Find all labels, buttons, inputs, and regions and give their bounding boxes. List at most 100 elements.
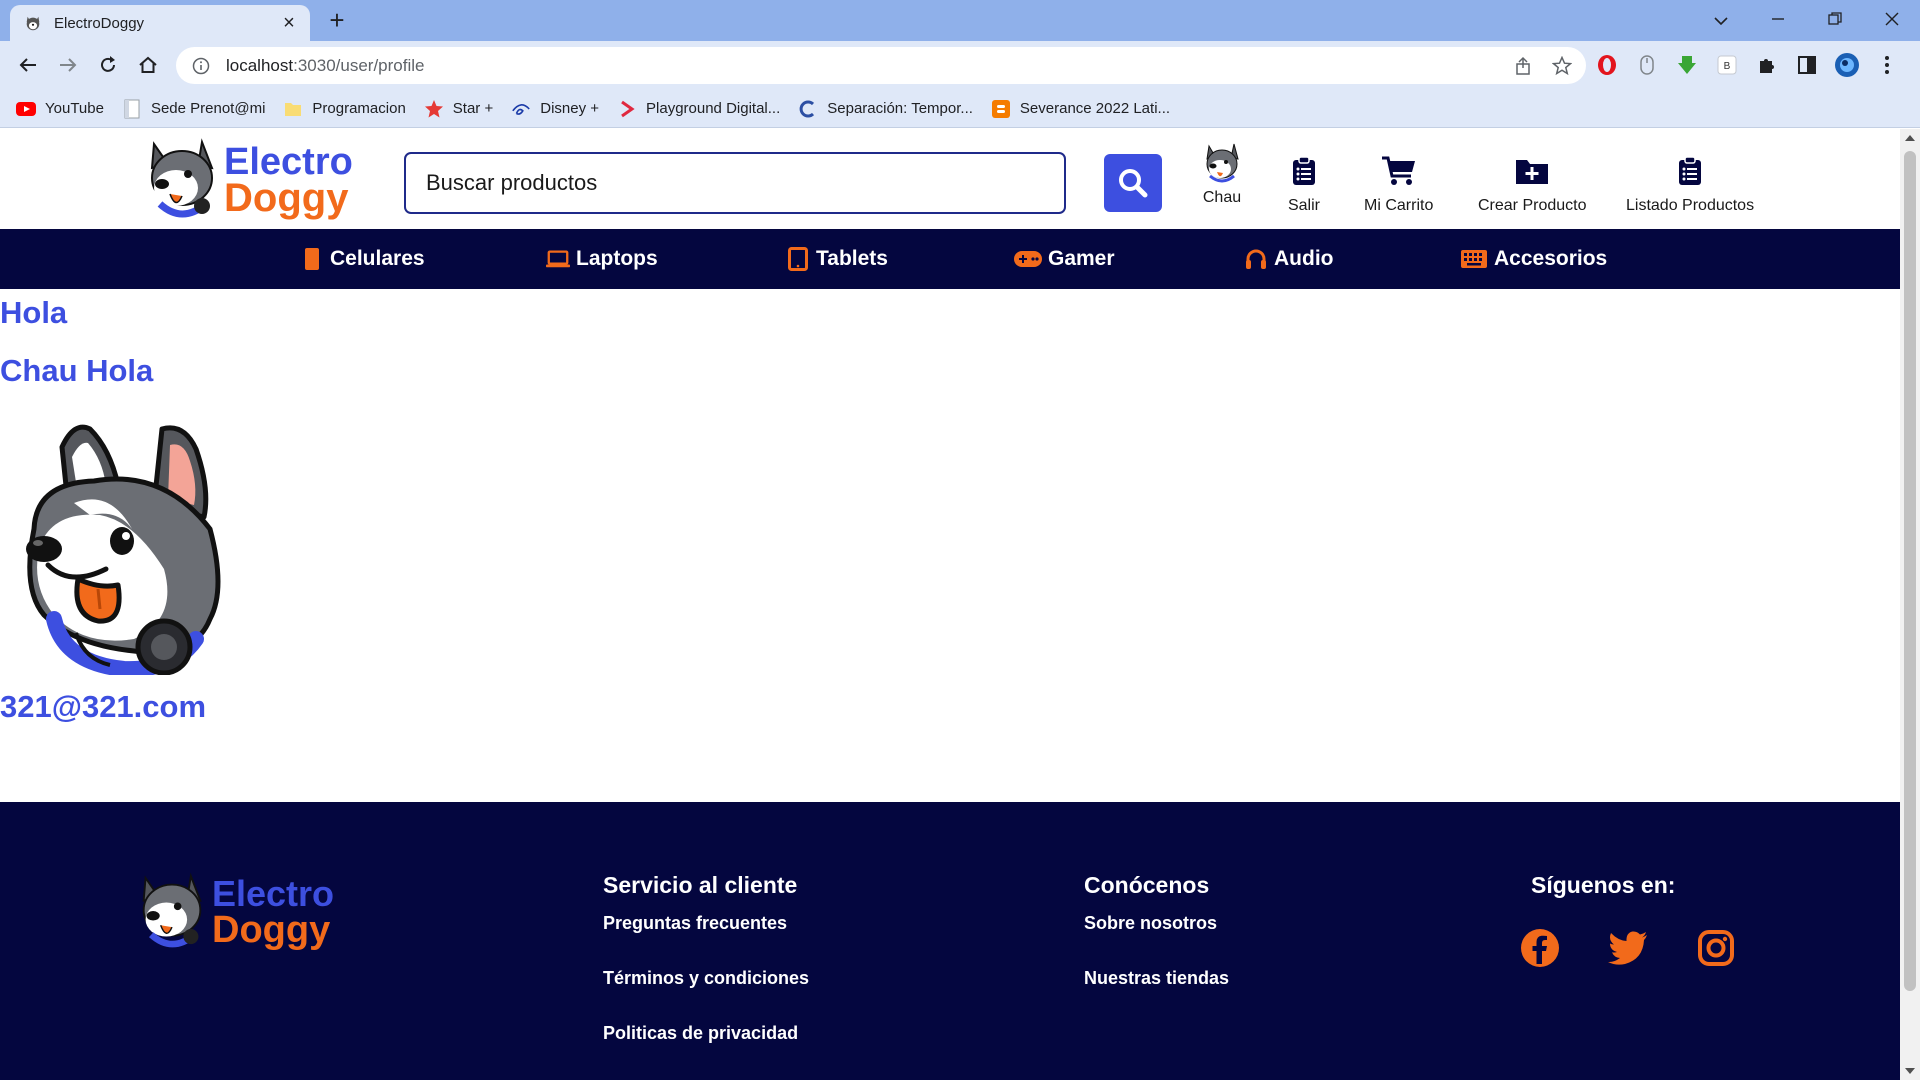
category-celulares[interactable]: Celulares xyxy=(300,229,425,289)
bookmark-severance[interactable]: Severance 2022 Lati... xyxy=(991,99,1170,119)
profile-avatar-image xyxy=(26,424,221,675)
browser-tabstrip: ElectroDoggy × + xyxy=(0,0,1920,41)
footer-logo[interactable]: Electro Doggy xyxy=(138,870,358,954)
category-tablets[interactable]: Tablets xyxy=(786,229,888,289)
blogger-icon xyxy=(991,99,1011,119)
facebook-icon[interactable] xyxy=(1520,928,1560,968)
download-extension-icon[interactable] xyxy=(1674,52,1700,78)
category-nav: Celulares Laptops Tablets Gamer Audio Ac… xyxy=(0,229,1900,289)
clipboard-list-icon xyxy=(1284,149,1324,193)
user-email: 321@321.com xyxy=(0,689,207,724)
logout-link[interactable]: Salir xyxy=(1284,149,1324,215)
cart-icon xyxy=(1379,149,1419,193)
logo-text: Electro Doggy xyxy=(224,143,353,218)
keyboard-icon xyxy=(1460,247,1488,271)
close-tab-icon[interactable]: × xyxy=(280,13,298,33)
instagram-icon[interactable] xyxy=(1696,928,1736,968)
scrollbar-thumb[interactable] xyxy=(1904,151,1916,991)
bookmark-star-icon[interactable] xyxy=(1552,55,1572,76)
category-label: Celulares xyxy=(330,247,425,270)
bookmark-label: Disney + xyxy=(540,100,600,117)
user-menu[interactable]: Chau xyxy=(1202,141,1242,207)
footer-social-column: Síguenos en: xyxy=(1531,872,1675,913)
bookmark-label: Separación: Tempor... xyxy=(827,100,973,117)
bookmark-youtube[interactable]: YouTube xyxy=(16,99,104,119)
search-icon xyxy=(1119,169,1148,198)
bookmark-separacion[interactable]: Separación: Tempor... xyxy=(798,99,973,119)
category-label: Gamer xyxy=(1048,247,1115,270)
forward-arrow-icon xyxy=(60,58,77,72)
about-us-link[interactable]: Sobre nosotros xyxy=(1084,913,1229,934)
our-stores-link[interactable]: Nuestras tiendas xyxy=(1084,968,1229,989)
phone-icon xyxy=(300,247,324,271)
scroll-down-arrow-icon[interactable] xyxy=(1905,1068,1915,1074)
footer-social-title: Síguenos en: xyxy=(1531,872,1676,898)
back-arrow-icon xyxy=(19,58,36,72)
logo-line-doggy: Doggy xyxy=(212,909,331,951)
share-icon[interactable] xyxy=(1514,56,1534,76)
search-button[interactable] xyxy=(1104,154,1162,212)
tab-search-icon[interactable] xyxy=(1692,10,1749,31)
search-input[interactable] xyxy=(404,152,1066,214)
category-laptops[interactable]: Laptops xyxy=(546,229,658,289)
footer-about-title: Conócenos xyxy=(1084,872,1210,898)
faq-link[interactable]: Preguntas frecuentes xyxy=(603,913,809,934)
extensions-puzzle-icon[interactable] xyxy=(1754,52,1780,78)
restore-button[interactable] xyxy=(1806,10,1863,31)
window-controls xyxy=(1692,0,1920,41)
logo-line-electro: Electro xyxy=(212,873,335,914)
footer-service-column: Servicio al cliente Preguntas frecuentes… xyxy=(603,872,809,1078)
extension-icons: B xyxy=(1594,51,1900,79)
reload-button[interactable] xyxy=(94,51,122,79)
youtube-icon xyxy=(16,99,36,119)
bookmark-programacion[interactable]: Programacion xyxy=(283,99,406,119)
create-product-link[interactable]: Crear Producto xyxy=(1478,149,1587,215)
home-button[interactable] xyxy=(134,51,162,79)
user-name-label: Chau xyxy=(1202,189,1242,206)
headphones-icon xyxy=(1244,247,1268,271)
site-footer: Electro Doggy Servicio al cliente Pregun… xyxy=(0,802,1900,1080)
bookmark-playground[interactable]: Playground Digital... xyxy=(617,99,780,119)
category-audio[interactable]: Audio xyxy=(1244,229,1333,289)
close-window-button[interactable] xyxy=(1863,10,1920,31)
url-host: localhost xyxy=(226,55,294,75)
url-path: :3030/user/profile xyxy=(293,55,425,75)
terms-link[interactable]: Términos y condiciones xyxy=(603,968,809,989)
address-bar[interactable]: localhost:3030/user/profile xyxy=(176,47,1586,84)
bookmark-sede-prenotami[interactable]: Sede Prenot@mi xyxy=(122,99,265,119)
cart-link[interactable]: Mi Carrito xyxy=(1364,149,1433,215)
browser-tab[interactable]: ElectroDoggy × xyxy=(10,5,310,41)
create-product-label: Crear Producto xyxy=(1478,197,1587,214)
cart-label: Mi Carrito xyxy=(1364,197,1434,214)
site-info-icon[interactable] xyxy=(192,57,210,75)
bookmark-label: Sede Prenot@mi xyxy=(150,100,266,117)
mouse-extension-icon[interactable] xyxy=(1634,52,1660,78)
page-scrollbar[interactable] xyxy=(1900,129,1920,1080)
twitter-icon[interactable] xyxy=(1608,928,1648,968)
bookmark-star-plus[interactable]: Star + xyxy=(424,99,493,119)
privacy-link[interactable]: Politicas de privacidad xyxy=(603,1023,809,1044)
forward-button[interactable] xyxy=(54,51,82,79)
category-gamer[interactable]: Gamer xyxy=(1014,229,1115,289)
product-list-link[interactable]: Listado Productos xyxy=(1626,149,1754,215)
disney-icon xyxy=(511,99,531,119)
laptop-icon xyxy=(546,247,570,271)
b-extension-icon[interactable]: B xyxy=(1714,52,1740,78)
opera-extension-icon[interactable] xyxy=(1594,52,1620,78)
folder-plus-icon xyxy=(1512,149,1552,193)
bookmark-disney[interactable]: Disney + xyxy=(511,99,599,119)
minimize-button[interactable] xyxy=(1749,10,1806,31)
category-accesorios[interactable]: Accesorios xyxy=(1460,229,1607,289)
scroll-up-arrow-icon[interactable] xyxy=(1905,135,1915,141)
gamepad-icon xyxy=(1014,247,1042,271)
back-button[interactable] xyxy=(14,51,42,79)
url-text[interactable]: localhost:3030/user/profile xyxy=(226,56,1570,76)
new-tab-button[interactable]: + xyxy=(324,7,350,34)
side-panel-icon[interactable] xyxy=(1794,52,1820,78)
footer-about-column: Conócenos Sobre nosotros Nuestras tienda… xyxy=(1084,872,1229,1023)
site-logo[interactable]: Electro Doggy xyxy=(146,137,362,223)
user-full-name: Chau Hola xyxy=(0,353,154,388)
profile-avatar-icon[interactable] xyxy=(1834,52,1860,78)
svg-text:B: B xyxy=(1724,61,1731,72)
chrome-menu-icon[interactable] xyxy=(1874,52,1900,78)
